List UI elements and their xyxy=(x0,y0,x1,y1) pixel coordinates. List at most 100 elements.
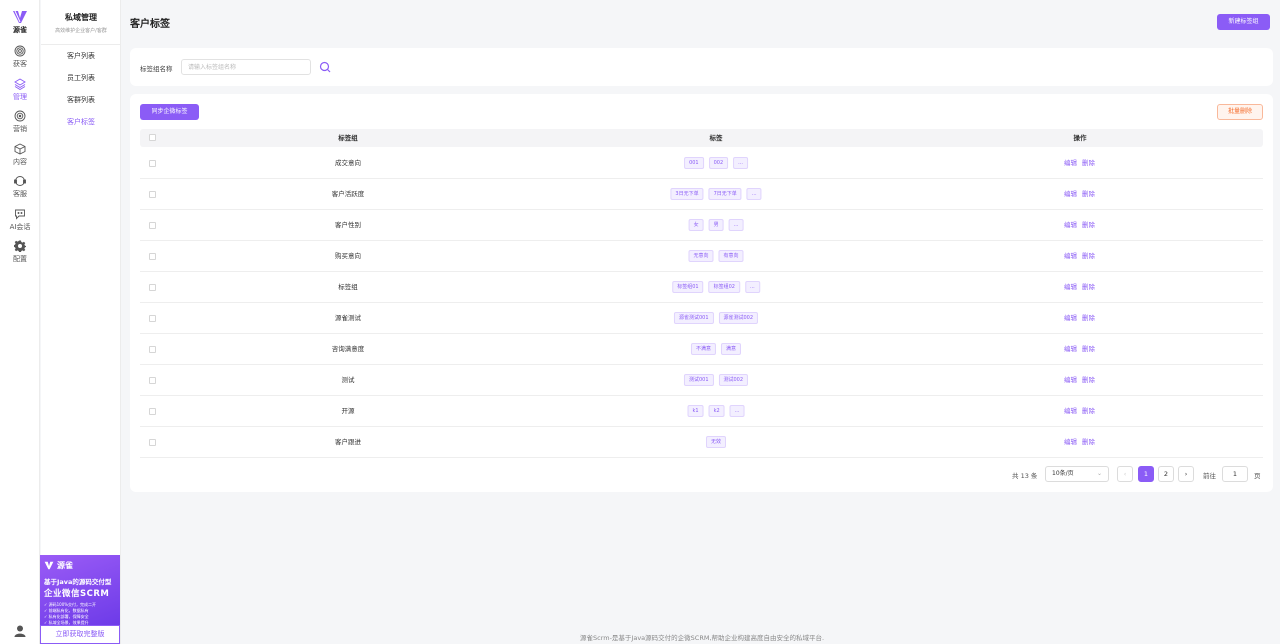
footer-text: 源雀Scrm-是基于Java源码交付的企微SCRM,帮助企业构建高度自由安全的私… xyxy=(580,634,825,642)
delete-link[interactable]: 删除 xyxy=(1082,159,1095,167)
more-tags-chip[interactable]: ... xyxy=(729,405,745,417)
target-icon xyxy=(14,110,26,122)
delete-link[interactable]: 删除 xyxy=(1082,252,1095,260)
row-checkbox[interactable] xyxy=(149,346,156,353)
delete-link[interactable]: 删除 xyxy=(1082,438,1095,446)
page-size-select[interactable]: 10条/页 ⌄ xyxy=(1045,466,1109,482)
batch-delete-button[interactable]: 批量删除 xyxy=(1217,104,1263,120)
sidebar-item-groups[interactable]: 客群列表 xyxy=(41,95,121,105)
sidebar-item-employees[interactable]: 员工列表 xyxy=(41,73,121,83)
row-checkbox[interactable] xyxy=(149,284,156,291)
row-checkbox[interactable] xyxy=(149,439,156,446)
row-checkbox[interactable] xyxy=(149,160,156,167)
tag-list: 无效 xyxy=(705,436,727,448)
rail-label: 内容 xyxy=(13,158,27,166)
table-row: 客户性别 女 男 ... 编辑 删除 xyxy=(140,210,1263,241)
edit-link[interactable]: 编辑 xyxy=(1064,221,1077,229)
get-full-version-button[interactable]: 立即获取完整版 xyxy=(40,625,120,644)
row-actions: 编辑 删除 xyxy=(1064,396,1100,427)
tag-chip: 源雀测试002 xyxy=(718,312,759,324)
tag-group-name: 成交意向 xyxy=(335,159,361,167)
promo-brand: 源雀 xyxy=(44,560,116,571)
filter-label: 标签组名称 xyxy=(140,65,173,73)
rail-item-manage[interactable]: 管理 xyxy=(0,78,40,102)
rail-label: 管理 xyxy=(13,93,27,101)
tag-chip: 测试002 xyxy=(718,374,749,386)
tag-list: 女 男 ... xyxy=(688,219,744,231)
promo-banner[interactable]: 源雀 基于Java的源码交付型 企业微信SCRM ✓ 源码100%交付，完成二开… xyxy=(40,555,120,625)
tag-chip: 源雀测试001 xyxy=(673,312,714,324)
row-actions: 编辑 删除 xyxy=(1064,272,1100,303)
layers-icon xyxy=(14,78,26,90)
page-title: 客户标签 xyxy=(130,19,170,30)
prev-page-button[interactable]: ‹ xyxy=(1117,466,1133,482)
edit-link[interactable]: 编辑 xyxy=(1064,283,1077,291)
edit-link[interactable]: 编辑 xyxy=(1064,159,1077,167)
delete-link[interactable]: 删除 xyxy=(1082,314,1095,322)
delete-link[interactable]: 删除 xyxy=(1082,283,1095,291)
goto-page-input[interactable] xyxy=(1222,466,1248,482)
sidebar-item-customer-tags[interactable]: 客户标签 xyxy=(41,117,121,127)
row-checkbox[interactable] xyxy=(149,408,156,415)
edit-link[interactable]: 编辑 xyxy=(1064,252,1077,260)
select-all-checkbox[interactable] xyxy=(149,134,156,141)
rail-item-ai-chat[interactable]: AI会话 xyxy=(0,208,40,232)
tag-group-name: 源雀测试 xyxy=(335,314,361,322)
table-row: 客户跟进 无效 编辑 删除 xyxy=(140,427,1263,458)
delete-link[interactable]: 删除 xyxy=(1082,221,1095,229)
delete-link[interactable]: 删除 xyxy=(1082,407,1095,415)
edit-link[interactable]: 编辑 xyxy=(1064,376,1077,384)
user-avatar-icon[interactable] xyxy=(13,625,27,637)
delete-link[interactable]: 删除 xyxy=(1082,376,1095,384)
edit-link[interactable]: 编辑 xyxy=(1064,407,1077,415)
page-button-2[interactable]: 2 xyxy=(1158,466,1174,482)
tag-list: 源雀测试001 源雀测试002 xyxy=(673,312,759,324)
rail-item-service[interactable]: 客服 xyxy=(0,175,40,199)
sync-wecom-tags-button[interactable]: 同步企微标签 xyxy=(140,104,199,120)
table-header: 标签组 标签 操作 xyxy=(140,129,1263,147)
tag-chip: k2 xyxy=(708,405,725,417)
page-button-1[interactable]: 1 xyxy=(1138,466,1154,482)
row-checkbox[interactable] xyxy=(149,253,156,260)
tag-chip: 3日无下单 xyxy=(670,188,704,200)
edit-link[interactable]: 编辑 xyxy=(1064,314,1077,322)
edit-link[interactable]: 编辑 xyxy=(1064,438,1077,446)
delete-link[interactable]: 删除 xyxy=(1082,345,1095,353)
row-checkbox[interactable] xyxy=(149,377,156,384)
fingerprint-icon xyxy=(14,45,26,57)
table-row: 客户活跃度 3日无下单 7日无下单 ... 编辑 删除 xyxy=(140,179,1263,210)
promo-bullets: ✓ 源码100%交付，完成二开 ✓ 前端私有化，数据私有 ✓ 私有化部署，保障安… xyxy=(44,602,116,626)
rail-item-acquire[interactable]: 获客 xyxy=(0,45,40,69)
more-tags-chip[interactable]: ... xyxy=(728,219,744,231)
table-row: 开源 k1 k2 ... 编辑 删除 xyxy=(140,396,1263,427)
rail-item-marketing[interactable]: 营销 xyxy=(0,110,40,134)
tag-group-search-input[interactable] xyxy=(181,59,311,75)
sidebar-item-customers[interactable]: 客户列表 xyxy=(41,51,121,61)
tag-chip: 无效 xyxy=(705,436,727,448)
rail-item-content[interactable]: 内容 xyxy=(0,143,40,167)
row-checkbox[interactable] xyxy=(149,191,156,198)
new-tag-group-button[interactable]: 新建标签组 xyxy=(1217,14,1270,30)
tag-group-name: 开源 xyxy=(341,407,355,415)
row-checkbox[interactable] xyxy=(149,315,156,322)
row-actions: 编辑 删除 xyxy=(1064,427,1100,458)
rail-item-config[interactable]: 配置 xyxy=(0,240,40,264)
edit-link[interactable]: 编辑 xyxy=(1064,190,1077,198)
next-page-button[interactable]: › xyxy=(1178,466,1194,482)
tag-group-name: 购买意向 xyxy=(335,252,361,260)
more-tags-chip[interactable]: ... xyxy=(746,188,762,200)
promo-line2: 企业微信SCRM xyxy=(44,589,110,599)
tag-chip: 男 xyxy=(708,219,724,231)
row-checkbox[interactable] xyxy=(149,222,156,229)
app-logo[interactable]: 源雀 xyxy=(0,10,40,35)
more-tags-chip[interactable]: ... xyxy=(744,281,760,293)
table-row: 成交意向 001 002 ... 编辑 删除 xyxy=(140,148,1263,179)
search-icon[interactable] xyxy=(319,61,331,73)
edit-link[interactable]: 编辑 xyxy=(1064,345,1077,353)
more-tags-chip[interactable]: ... xyxy=(733,157,748,169)
column-header-actions: 操作 xyxy=(1073,134,1087,142)
tag-group-name: 客户活跃度 xyxy=(331,190,365,198)
row-actions: 编辑 删除 xyxy=(1064,303,1100,334)
goto-unit: 页 xyxy=(1254,472,1261,480)
delete-link[interactable]: 删除 xyxy=(1082,190,1095,198)
